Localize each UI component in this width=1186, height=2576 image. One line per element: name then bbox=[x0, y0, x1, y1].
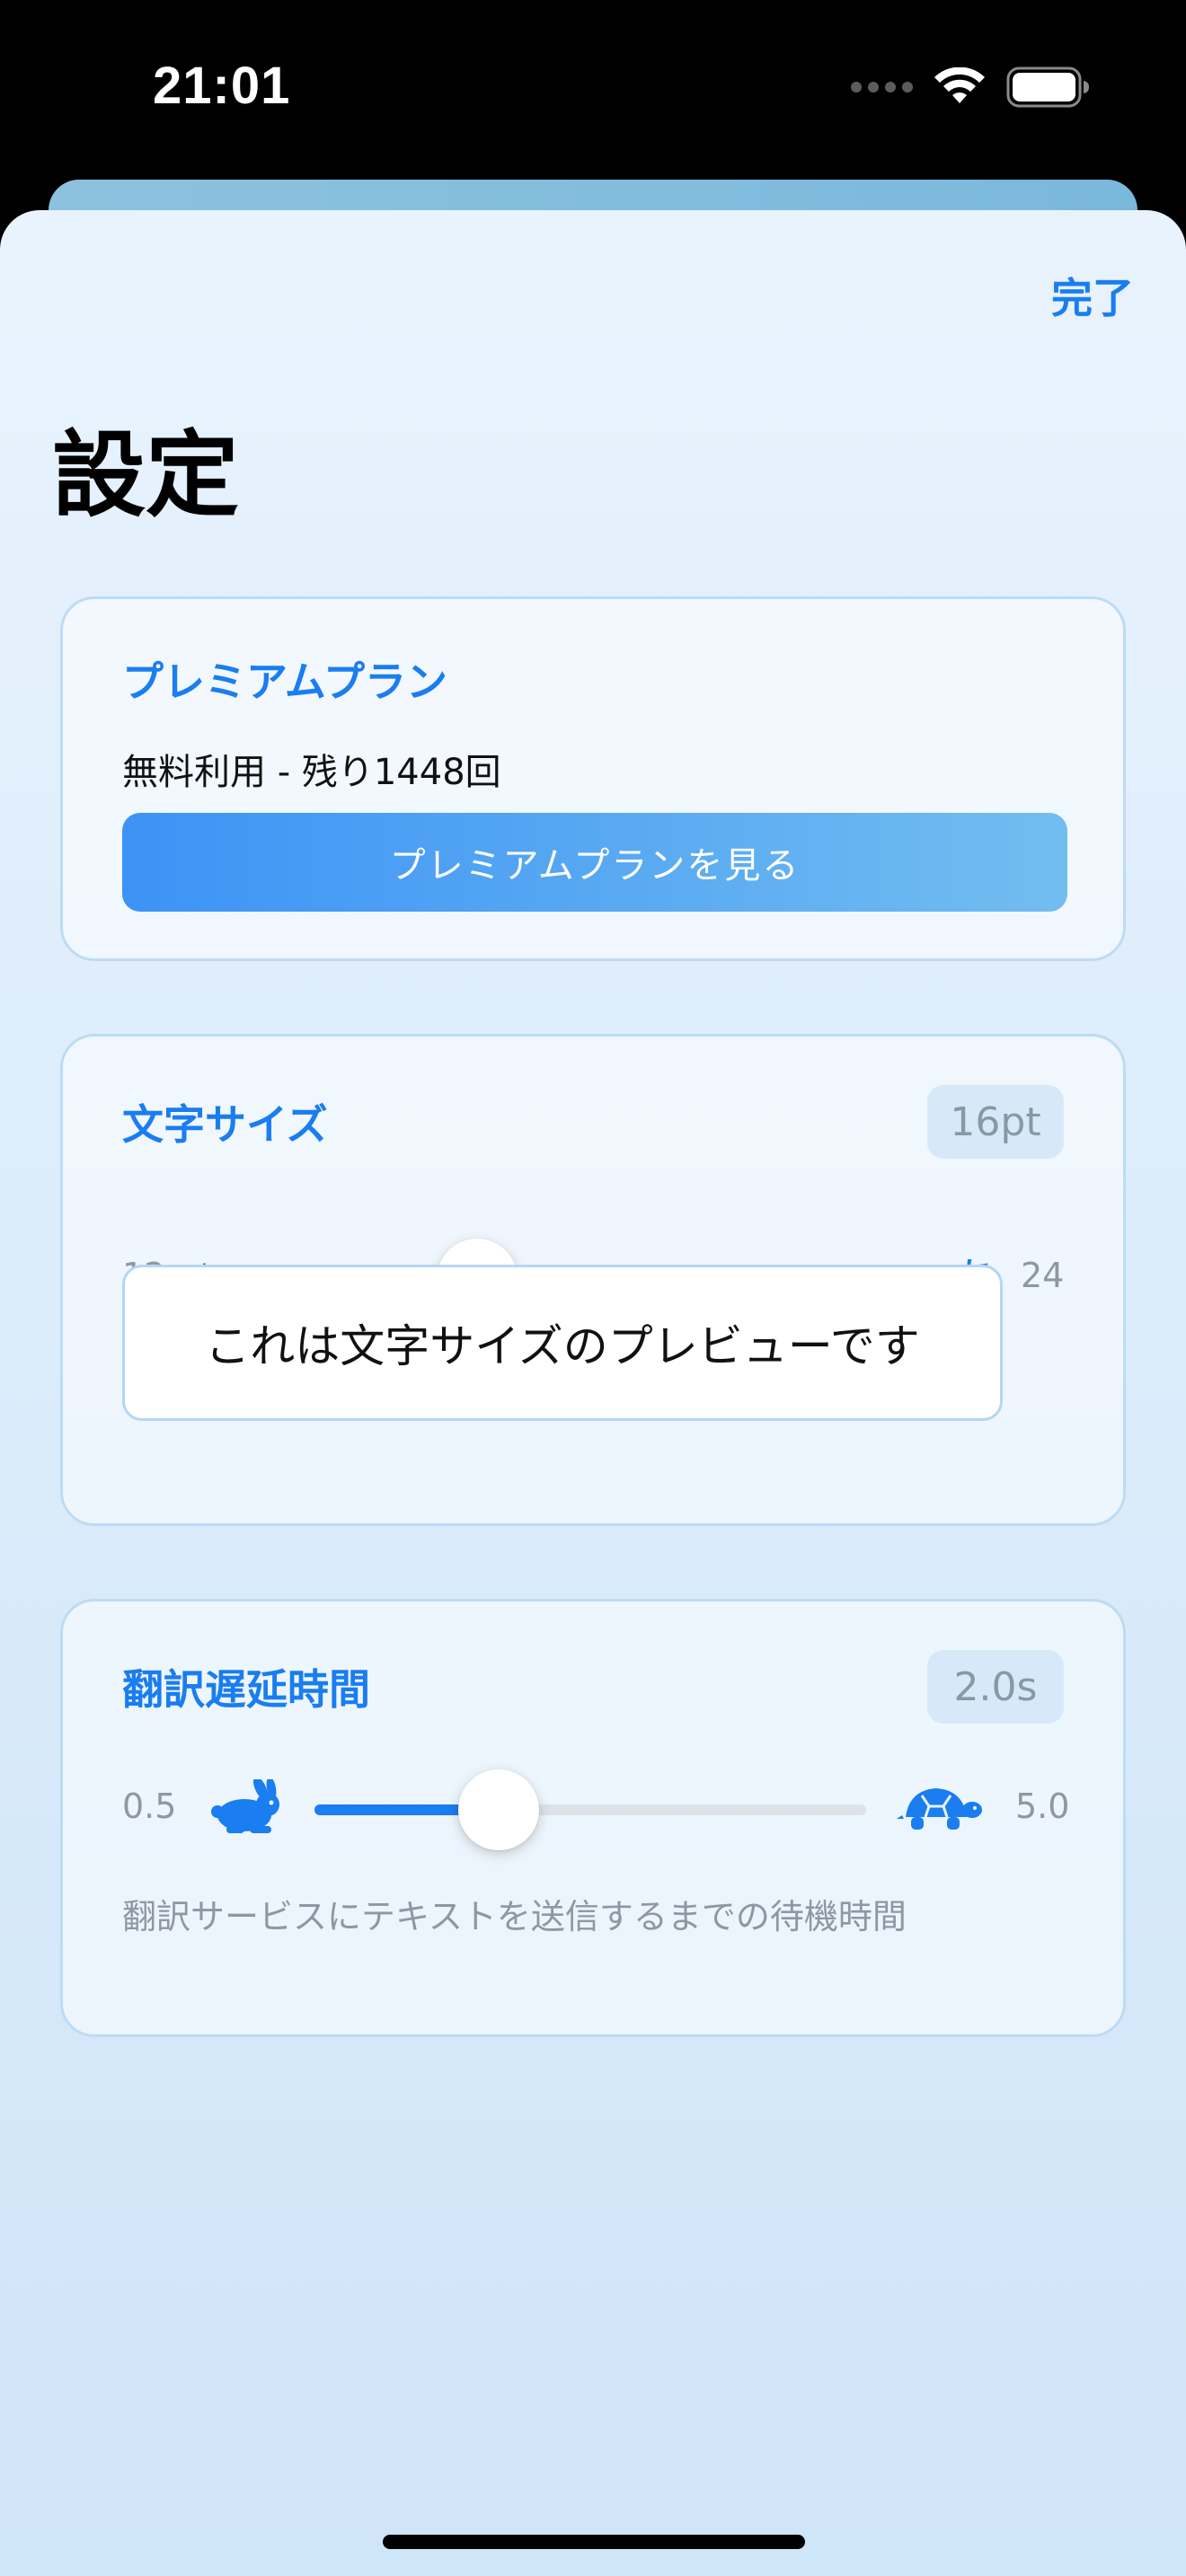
premium-plan-card: プレミアムプラン 無料利用 - 残り1448回 プレミアムプランを見る bbox=[60, 596, 1126, 961]
translation-delay-title: 翻訳遅延時間 bbox=[122, 1665, 370, 1714]
font-size-preview: これは文字サイズのプレビューです bbox=[122, 1265, 1003, 1421]
wifi-icon bbox=[934, 67, 985, 103]
home-indicator bbox=[383, 2535, 805, 2549]
delay-min-label: 0.5 bbox=[122, 1786, 177, 1826]
delay-max-label: 5.0 bbox=[1015, 1786, 1070, 1826]
done-button[interactable]: 完了 bbox=[1051, 266, 1134, 325]
usage-remaining-text: 無料利用 - 残り1448回 bbox=[122, 752, 501, 793]
settings-screen: 21:01 完了 設定 プレミアムプラン 無料利用 - 残り1448回 プレミア… bbox=[0, 0, 1186, 2576]
translation-delay-slider-thumb[interactable] bbox=[457, 1769, 539, 1850]
translation-delay-slider[interactable] bbox=[314, 1769, 866, 1850]
status-icons bbox=[851, 66, 1091, 108]
status-time: 21:01 bbox=[153, 57, 291, 115]
view-premium-button[interactable]: プレミアムプランを見る bbox=[122, 813, 1067, 912]
premium-plan-title: プレミアムプラン bbox=[122, 657, 448, 706]
font-size-max-label: 24 bbox=[1021, 1256, 1065, 1295]
font-size-card: 文字サイズ 16pt 12 あ あ 24 これは文字サイズのプレビューです bbox=[60, 1034, 1126, 1526]
font-size-title: 文字サイズ bbox=[122, 1100, 328, 1149]
translation-delay-value-badge: 2.0s bbox=[927, 1650, 1064, 1724]
settings-sheet: 完了 設定 プレミアムプラン 無料利用 - 残り1448回 プレミアムプランを見… bbox=[0, 210, 1186, 2576]
translation-delay-card: 翻訳遅延時間 2.0s 0.5 5.0 翻訳サービスにテキストを送信するまでの待… bbox=[60, 1599, 1126, 2037]
translation-delay-hint: 翻訳サービスにテキストを送信するまでの待機時間 bbox=[122, 1897, 907, 1936]
tortoise-icon bbox=[897, 1788, 982, 1830]
page-title: 設定 bbox=[52, 420, 240, 530]
cellular-signal-icon bbox=[851, 82, 913, 93]
battery-icon bbox=[1006, 66, 1089, 108]
font-size-value-badge: 16pt bbox=[927, 1085, 1064, 1159]
rabbit-icon bbox=[211, 1779, 279, 1833]
